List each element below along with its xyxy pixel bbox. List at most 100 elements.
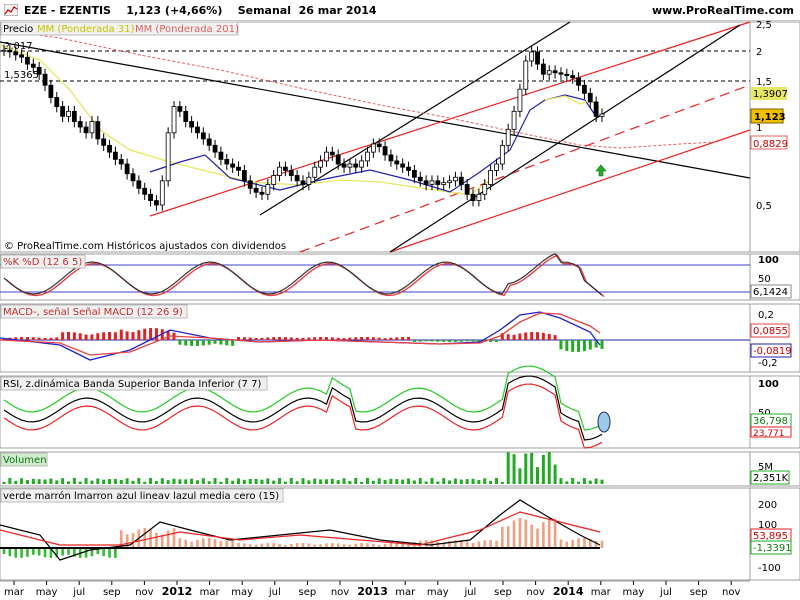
candle-body <box>212 144 218 153</box>
macd-hist-bar <box>418 340 422 342</box>
candle-body <box>36 66 42 75</box>
macd-hist-bar <box>336 337 340 340</box>
candle-body <box>441 182 447 185</box>
macd-hist-bar <box>512 334 516 340</box>
macd-hist-bar <box>365 337 369 340</box>
macd-hist-bar <box>55 337 59 340</box>
x-tick-label: jul <box>659 587 672 598</box>
custom-hist-bar <box>102 548 105 557</box>
volume-bar <box>418 478 422 484</box>
volume-bar <box>313 478 317 484</box>
custom-hist-bar <box>143 528 147 548</box>
chart-title: EZE - EZENTIS 1,123 (+4,66%) Semanal 26 … <box>24 4 377 17</box>
candle-body <box>582 84 587 94</box>
volume-bar <box>453 478 457 484</box>
macd-hist-bar <box>225 340 229 346</box>
volume-bar <box>125 478 129 484</box>
custom-last-label-2: -1,3391 <box>753 543 792 554</box>
custom-hist-bar <box>225 540 229 548</box>
candle-body <box>517 88 523 112</box>
legend-precio: Precio <box>3 24 33 35</box>
x-tick-label: jul <box>72 587 85 598</box>
candle-body <box>417 176 423 182</box>
last-price-label: 1,123 <box>754 112 786 123</box>
custom-hist-bar <box>67 548 70 555</box>
macd-hist-bar <box>371 337 375 340</box>
volume-bar <box>166 480 170 484</box>
volume-bar <box>184 479 188 484</box>
volume-bar <box>119 479 123 484</box>
macd-hist-bar <box>20 337 24 340</box>
volume-bar <box>553 464 557 484</box>
macd-hist-bar <box>43 338 47 340</box>
volume-bar <box>289 478 293 484</box>
macd-hist-bar <box>518 333 522 340</box>
candle-body <box>494 163 499 171</box>
candle-body <box>1 49 7 52</box>
custom-hist-bar <box>202 538 205 548</box>
candle-body <box>66 110 71 117</box>
candle-body <box>376 143 382 148</box>
candle-body <box>177 106 183 112</box>
custom-hist-bar <box>213 539 217 548</box>
macd-hist-bar <box>354 337 358 340</box>
volume-bar <box>283 481 287 484</box>
volume-bar <box>37 479 41 484</box>
macd-hist-bar <box>407 337 411 340</box>
macd-hist-bar <box>166 330 170 340</box>
custom-hist-bar <box>571 540 574 548</box>
macd-hist-bar <box>78 333 82 340</box>
macd-ytick-m02: -0,2 <box>758 358 778 369</box>
stoch-ytick-100: 100 <box>758 255 779 266</box>
candle-body <box>288 170 294 176</box>
volume-bar <box>49 478 53 484</box>
candle-body <box>154 200 159 206</box>
candle-body <box>224 159 230 165</box>
candle-body <box>142 187 148 195</box>
custom-hist-bar <box>196 539 199 548</box>
volume-bar <box>477 479 481 484</box>
candle-body <box>359 160 365 168</box>
candle-body <box>599 113 605 117</box>
candle-body <box>552 70 558 74</box>
candle-body <box>429 180 435 185</box>
candle-body <box>535 51 540 65</box>
volume-bar <box>43 479 47 484</box>
custom-hist-bar <box>583 538 586 548</box>
volume-bar <box>324 479 328 484</box>
macd-last-label-1: 0,0855 <box>753 326 788 337</box>
rsi-last-label-1: 36,798 <box>753 416 788 427</box>
candle-body <box>394 160 400 165</box>
custom-hist-bar <box>114 548 117 558</box>
macd-hist-bar <box>178 340 182 345</box>
volume-bar <box>55 480 59 484</box>
macd-hist-bar <box>577 340 581 352</box>
candle-body <box>136 180 142 189</box>
candle-body <box>329 151 335 156</box>
stoch-title: %K %D (12 6 5) <box>3 257 82 268</box>
candle-body <box>318 160 323 168</box>
custom-hist-bar <box>465 541 469 548</box>
volume-bar <box>330 478 334 484</box>
ma31-price-label: 1,3907 <box>753 89 788 100</box>
candle-body <box>130 173 136 182</box>
volume-bar <box>559 478 563 484</box>
volume-bar <box>61 478 65 484</box>
volume-bar <box>190 478 194 484</box>
x-tick-label: mar <box>4 587 25 598</box>
macd-hist-bar <box>266 337 270 340</box>
candle-body <box>7 49 13 53</box>
x-tick-label: jul <box>463 587 476 598</box>
candle-body <box>464 184 470 195</box>
volume-bar <box>407 478 411 484</box>
custom-title: verde marrón lmarron azul lineav lazul m… <box>3 490 279 502</box>
macd-hist-bar <box>102 332 106 340</box>
volume-bar <box>377 478 381 484</box>
macd-hist-bar <box>137 330 141 340</box>
candle-body <box>200 132 206 140</box>
site-url[interactable]: www.ProRealTime.com <box>652 4 794 17</box>
volume-last-label: 2,351K <box>753 473 789 484</box>
candle-body <box>576 77 581 86</box>
volume-bar <box>14 480 18 484</box>
macd-hist-bar <box>213 340 217 344</box>
